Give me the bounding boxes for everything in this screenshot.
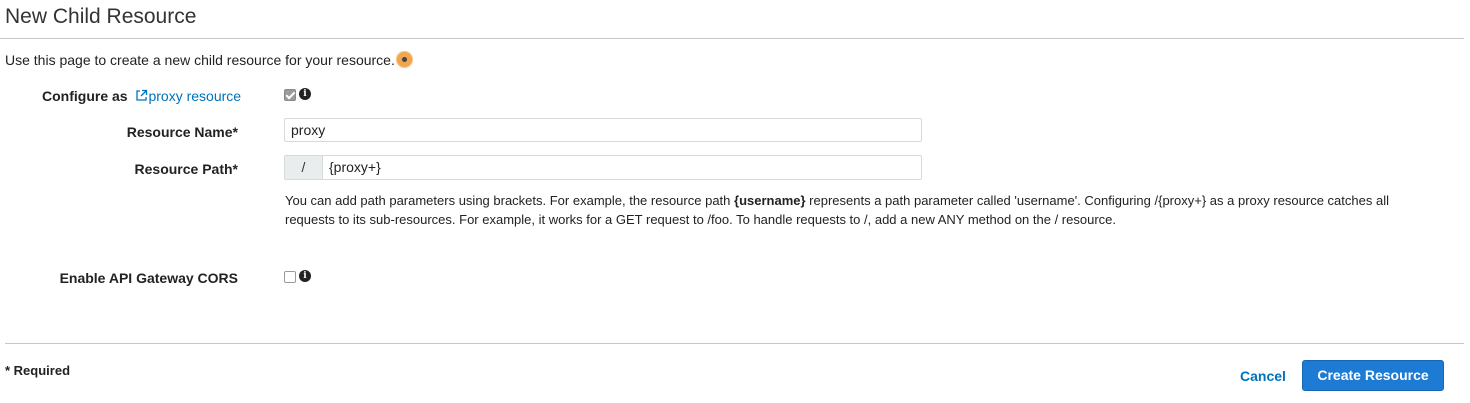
info-icon[interactable]: i xyxy=(299,270,311,282)
resource-path-input[interactable]: {proxy+} xyxy=(322,155,922,180)
proxy-resource-checkbox[interactable] xyxy=(284,89,296,101)
resource-name-label: Resource Name* xyxy=(126,124,238,140)
intro-text-row: Use this page to create a new child reso… xyxy=(5,51,413,68)
resource-path-prefix: / xyxy=(284,155,322,180)
configure-as-text: Configure as xyxy=(42,88,128,104)
help-text-part1: You can add path parameters using bracke… xyxy=(285,193,735,208)
intro-text: Use this page to create a new child reso… xyxy=(5,51,395,68)
title-divider xyxy=(0,38,1464,39)
help-text-bold: {username} xyxy=(734,193,806,208)
cancel-button[interactable]: Cancel xyxy=(1240,368,1286,384)
external-link-icon xyxy=(136,89,148,101)
page-title: New Child Resource xyxy=(5,5,197,28)
footer-divider xyxy=(5,343,1464,344)
required-note: * Required xyxy=(5,363,71,378)
info-icon[interactable]: i xyxy=(299,88,311,100)
resource-path-help-text: You can add path parameters using bracke… xyxy=(285,192,1435,229)
proxy-resource-link[interactable]: proxy resource xyxy=(148,88,241,104)
enable-cors-label: Enable API Gateway CORS xyxy=(59,270,238,286)
configure-as-label: Configure as proxy resource xyxy=(42,88,241,104)
create-resource-button[interactable]: Create Resource xyxy=(1302,360,1444,391)
resource-path-label: Resource Path* xyxy=(134,161,238,177)
hint-dot-icon[interactable] xyxy=(395,51,413,68)
resource-name-input[interactable]: proxy xyxy=(284,118,922,142)
enable-cors-checkbox[interactable] xyxy=(284,271,296,283)
